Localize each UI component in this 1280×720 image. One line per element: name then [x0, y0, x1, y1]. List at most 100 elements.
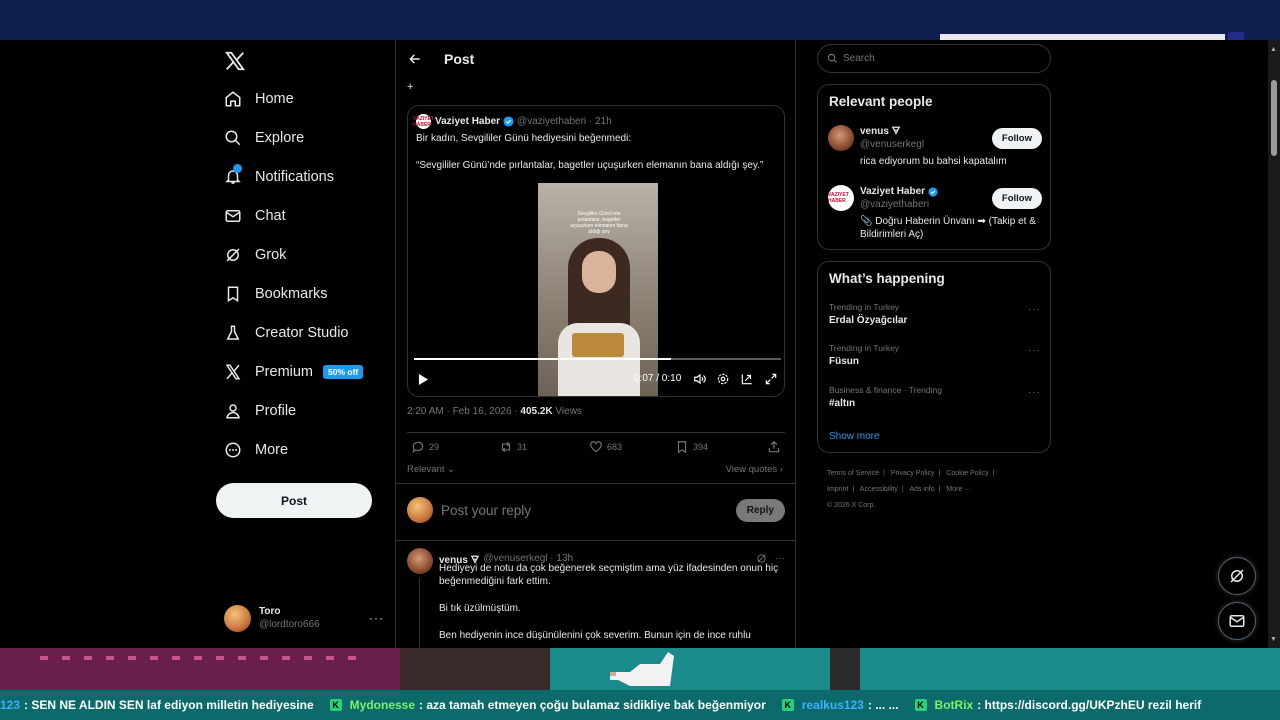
quoted-author-name[interactable]: Vaziyet Haber: [435, 116, 500, 127]
quoted-post[interactable]: VAZIYET HABER Vaziyet Haber @vaziyethabe…: [407, 105, 785, 397]
follow-button[interactable]: Follow: [991, 188, 1042, 209]
nav-creator-studio[interactable]: Creator Studio: [222, 316, 349, 350]
settings-gear-icon[interactable]: [716, 372, 730, 386]
stream-chat-ticker: 123: SEN NE ALDIN SEN laf ediyon milleti…: [0, 690, 1280, 720]
trend-name: Füsun: [829, 356, 859, 367]
page-scrollbar[interactable]: ▲ ▼: [1268, 40, 1280, 648]
compose-post-button[interactable]: Post: [216, 483, 372, 518]
grok-icon: [1230, 569, 1244, 583]
nav-notifications[interactable]: Notifications: [222, 160, 334, 194]
video-player[interactable]: Sevgililer Günü'nde pırlantalar, bagetle…: [408, 183, 784, 396]
trend-more-icon[interactable]: ···: [1028, 387, 1041, 398]
plus-icon[interactable]: +: [407, 81, 413, 93]
nav-premium[interactable]: Premium 50% off: [222, 355, 364, 389]
trend-category: Trending in Turkey: [829, 302, 900, 312]
person-handle: @venuserkegl: [860, 139, 925, 150]
grok-icon: [222, 244, 244, 266]
reply-text-p1: Hediyeyi de notu da çok beğenerek seçmiş…: [439, 563, 779, 587]
bookmark-icon: [222, 283, 244, 305]
video-caption: Sevgililer Günü'nde pırlantalar, bagetle…: [570, 211, 628, 235]
footer-link[interactable]: Imprint: [827, 486, 848, 493]
nav-bookmarks[interactable]: Bookmarks: [222, 277, 328, 311]
back-arrow-icon[interactable]: [408, 52, 422, 66]
footer-separator: |: [938, 470, 941, 477]
view-count: 405.2K: [520, 406, 553, 417]
nav-home[interactable]: Home: [222, 82, 294, 116]
nav-explore[interactable]: Explore: [222, 121, 304, 155]
divider: [407, 432, 785, 433]
reply-button[interactable]: Reply: [735, 498, 785, 522]
bookmark-action[interactable]: 394: [675, 440, 708, 454]
grok-fab-button[interactable]: [1218, 557, 1256, 595]
reply-input[interactable]: Post your reply: [441, 503, 531, 518]
avatar: [828, 125, 854, 151]
footer-link[interactable]: Ads info: [909, 486, 934, 493]
account-switcher[interactable]: Toro @lordtoro666 ···: [224, 603, 384, 633]
nav-premium-label: Premium: [255, 364, 314, 380]
avatar: [224, 604, 251, 632]
sort-label: Relevant: [407, 464, 445, 475]
scrollbar-thumb[interactable]: [1271, 80, 1277, 156]
bookmark-icon: [677, 441, 687, 454]
post-actions: 29 31 683 394: [407, 440, 785, 458]
chat-message: : ... ...: [867, 698, 899, 712]
nav-grok[interactable]: Grok: [222, 238, 286, 272]
chat-username: realkus123: [801, 698, 864, 712]
relevant-people-card: Relevant people venus 🜃 @venuserkegl ric…: [817, 84, 1051, 250]
footer-link[interactable]: More ···: [946, 486, 971, 493]
messages-fab-button[interactable]: [1218, 602, 1256, 640]
view-quotes-link[interactable]: View quotes ›: [726, 464, 783, 475]
play-icon[interactable]: [418, 373, 429, 386]
vaziyet-avatar: VAZIYET HABER: [413, 114, 434, 129]
footer-link[interactable]: Terms of Service: [827, 470, 879, 477]
account-more-icon[interactable]: ···: [369, 611, 384, 625]
quoted-text-line2: “Sevgililer Günü’nde pırlantalar, bagetl…: [416, 160, 764, 171]
video-progress-bar[interactable]: [414, 358, 781, 360]
footer-link[interactable]: Privacy Policy: [891, 470, 935, 477]
x-logo-icon[interactable]: [224, 50, 246, 72]
footer-link[interactable]: Cookie Policy: [946, 470, 988, 477]
avatar[interactable]: [407, 548, 433, 574]
reply-action[interactable]: 29: [411, 440, 439, 454]
chevron-right-icon: ›: [779, 464, 783, 475]
repost-action[interactable]: 31: [499, 440, 527, 454]
chat-username: BotRix: [934, 698, 974, 712]
reply-count: 29: [429, 442, 440, 452]
search-input[interactable]: [843, 53, 1043, 64]
share-action[interactable]: [767, 440, 785, 454]
nav-chat[interactable]: Chat: [222, 199, 286, 233]
nav-grok-label: Grok: [255, 247, 287, 263]
follow-button[interactable]: Follow: [991, 128, 1042, 149]
nav-chat-label: Chat: [255, 208, 286, 224]
pixel-cat-sprite: [610, 652, 674, 686]
nav-more[interactable]: More: [222, 433, 288, 467]
trend-more-icon[interactable]: ···: [1028, 304, 1041, 315]
footer-separator: |: [938, 486, 941, 493]
verified-badge-icon: [503, 116, 514, 127]
scroll-down-icon[interactable]: ▼: [1270, 636, 1277, 643]
fullscreen-icon[interactable]: [764, 372, 778, 386]
heart-icon: [590, 441, 602, 453]
trend-item[interactable]: Trending in Turkey Erdal Özyağcılar ···: [829, 302, 1041, 326]
trend-more-icon[interactable]: ···: [1028, 345, 1041, 356]
scroll-up-icon[interactable]: ▲: [1270, 46, 1277, 53]
footer-separator: |: [901, 486, 904, 493]
search-box[interactable]: [817, 44, 1051, 73]
footer-link[interactable]: Accessibility: [860, 486, 898, 493]
browser-top-bar: [0, 0, 1280, 40]
volume-icon[interactable]: [693, 372, 707, 386]
like-action[interactable]: 683: [589, 440, 622, 454]
trend-item[interactable]: Trending in Turkey Füsun ···: [829, 343, 1041, 367]
picture-in-picture-icon[interactable]: [740, 372, 754, 386]
trend-item[interactable]: Business & finance · Trending #altın ···: [829, 385, 1041, 409]
like-count: 683: [607, 442, 623, 452]
reply-sort-dropdown[interactable]: Relevant ⌄: [407, 464, 455, 475]
view-quotes-label: View quotes: [725, 464, 778, 475]
show-more-link[interactable]: Show more: [829, 431, 880, 442]
person-name: Vaziyet Haber: [860, 186, 926, 197]
nav-profile[interactable]: Profile: [222, 394, 296, 428]
left-sidebar: Home Explore Notifications Chat Grok Boo…: [214, 40, 394, 648]
post-timestamp[interactable]: 2:20 AM · Feb 16, 2026 ·: [407, 406, 520, 417]
post-meta: 2:20 AM · Feb 16, 2026 · 405.2K Views: [407, 406, 582, 417]
comment-icon: [412, 441, 424, 454]
